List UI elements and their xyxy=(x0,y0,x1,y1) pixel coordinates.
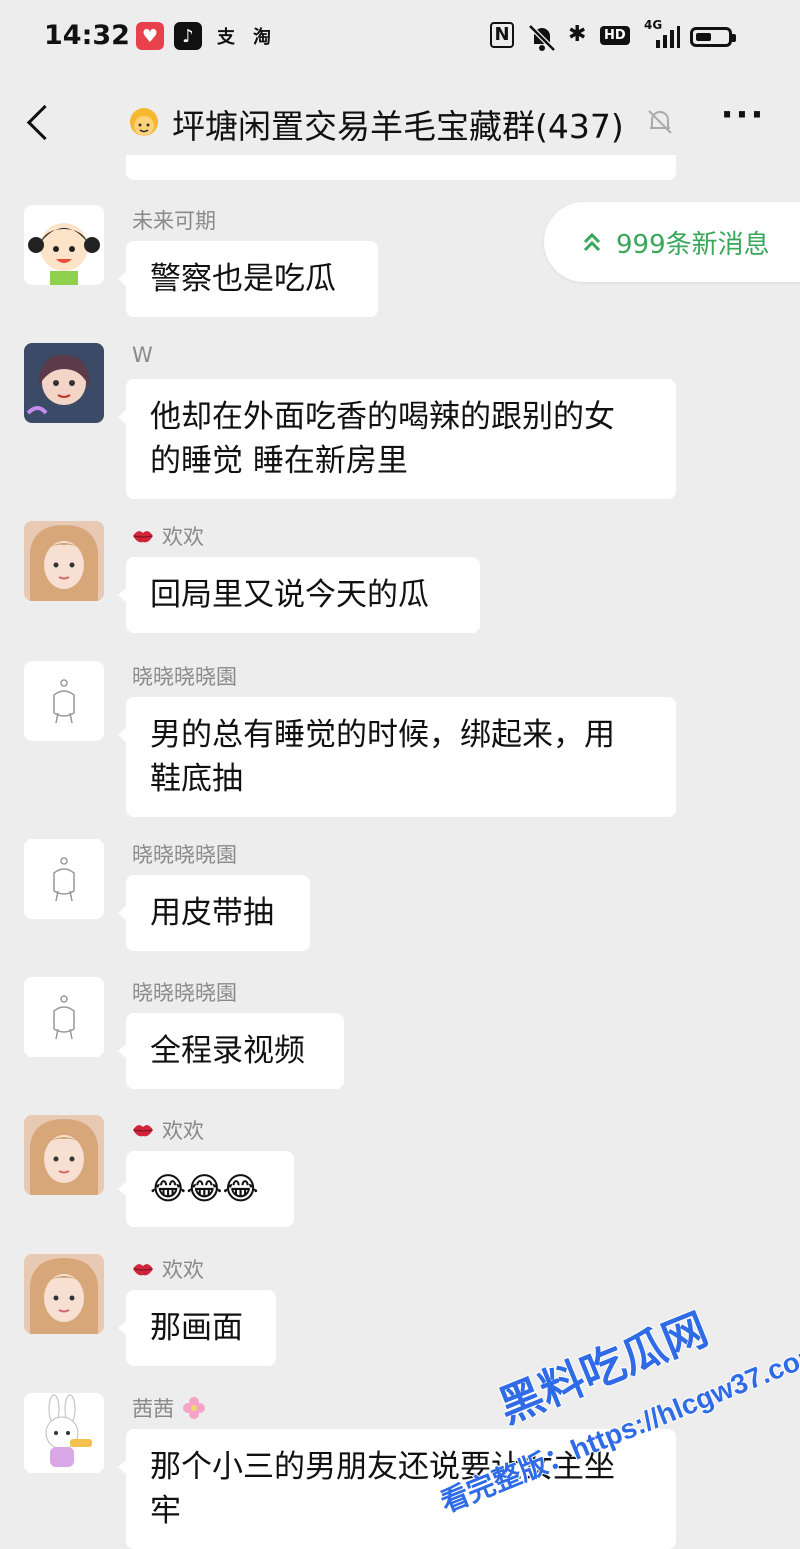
back-button[interactable] xyxy=(18,98,62,148)
message-bubble[interactable]: 那个小三的男朋友还说要让女主坐 牢 xyxy=(118,1429,676,1549)
sketch-avatar[interactable] xyxy=(24,977,104,1057)
sender-name: 欢欢 xyxy=(132,1115,204,1145)
cartoon-girl-avatar[interactable] xyxy=(24,205,104,285)
page-title: 坪塘闲置交易羊毛宝藏群(437) xyxy=(172,107,624,146)
sender-name-text: 茜茜 xyxy=(132,1397,174,1421)
nfc-icon: N xyxy=(490,22,514,48)
sender-name: 茜茜 xyxy=(132,1393,206,1423)
hd-icon: HD xyxy=(600,26,630,45)
lips-emoji-icon xyxy=(133,531,153,543)
sketch-avatar[interactable] xyxy=(24,661,104,741)
sender-name: 未来可期 xyxy=(132,209,216,233)
sender-name: 晓晓晓晓園 xyxy=(132,981,237,1005)
photo-girl-avatar[interactable] xyxy=(24,1115,104,1195)
message-bubble[interactable]: 他却在外面吃香的喝辣的跟别的女 的睡觉 睡在新房里 xyxy=(118,379,676,499)
message-text: 回局里又说今天的瓜 xyxy=(150,577,429,613)
photo-girl-avatar[interactable] xyxy=(24,521,104,601)
message-bubble[interactable]: 警察也是吃瓜 xyxy=(118,241,378,317)
status-bar: 14:32 ♥ ♪ 支 淘 N ✱ HD 4G xyxy=(0,0,800,76)
lips-emoji-icon xyxy=(133,1125,153,1137)
message-bubble[interactable]: 那画面 xyxy=(118,1290,276,1366)
message-bubble[interactable]: 男的总有睡觉的时候，绑起来，用 鞋底抽 xyxy=(118,697,676,817)
sender-name: 欢欢 xyxy=(132,521,204,551)
lips-emoji-icon xyxy=(133,1264,153,1276)
muted-bell-icon xyxy=(648,110,672,134)
message-text: 警察也是吃瓜 xyxy=(150,261,336,297)
double-chevron-up-icon xyxy=(583,232,601,252)
message-text: 那画面 xyxy=(150,1310,243,1346)
sender-name: 晓晓晓晓園 xyxy=(132,843,237,867)
signal-4g-icon xyxy=(656,26,680,48)
taobao-icon: 淘 xyxy=(253,27,271,48)
bunny-avatar[interactable] xyxy=(24,1393,104,1473)
sketch-avatar[interactable] xyxy=(24,839,104,919)
sender-name: 晓晓晓晓園 xyxy=(132,665,237,689)
new-messages-button[interactable]: 999条新消息 xyxy=(544,202,800,282)
bluetooth-icon: ✱ xyxy=(568,22,587,47)
message-text-line: 的睡觉 睡在新房里 xyxy=(150,443,408,479)
watermark-brand: 黑料吃瓜网 xyxy=(492,1305,714,1433)
previous-message-bubble xyxy=(126,155,676,180)
tiktok-icon: ♪ xyxy=(174,22,202,50)
message-text-line: 牢 xyxy=(150,1493,181,1529)
message-text: 全程录视频 xyxy=(150,1033,305,1069)
sender-name-text: 欢欢 xyxy=(162,525,204,549)
message-bubble[interactable]: 用皮带抽 xyxy=(118,875,310,951)
message-bubble[interactable]: 全程录视频 xyxy=(118,1013,344,1089)
status-time: 14:32 xyxy=(44,20,130,51)
anime-girl-avatar[interactable] xyxy=(24,343,104,423)
sender-name: W xyxy=(132,343,153,367)
message-text: 用皮带抽 xyxy=(150,895,274,931)
sender-name: 欢欢 xyxy=(132,1254,204,1284)
battery-icon xyxy=(690,27,736,47)
photo-girl-avatar[interactable] xyxy=(24,1254,104,1334)
more-options-button[interactable]: ··· xyxy=(718,98,768,140)
flower-emoji-icon xyxy=(183,1397,205,1419)
message-text-line: 鞋底抽 xyxy=(150,761,243,797)
sender-name-text: 欢欢 xyxy=(162,1258,204,1282)
alipay-icon: 支 xyxy=(217,27,235,48)
message-bubble[interactable]: 回局里又说今天的瓜 xyxy=(118,557,480,633)
message-text-line: 他却在外面吃香的喝辣的跟别的女 xyxy=(150,399,615,435)
message-bubble[interactable]: 😂😂😂 xyxy=(118,1151,294,1227)
message-text-line: 那个小三的男朋友还说要让女主坐 xyxy=(150,1449,615,1485)
mute-icon xyxy=(528,24,556,52)
message-text-line: 男的总有睡觉的时候，绑起来，用 xyxy=(150,717,615,753)
new-messages-label: 999条新消息 xyxy=(616,229,770,260)
sender-name-text: 欢欢 xyxy=(162,1119,204,1143)
person-emoji-icon xyxy=(130,108,158,136)
heart-app-icon: ♥ xyxy=(136,22,164,50)
message-text: 😂😂😂 xyxy=(150,1171,259,1207)
